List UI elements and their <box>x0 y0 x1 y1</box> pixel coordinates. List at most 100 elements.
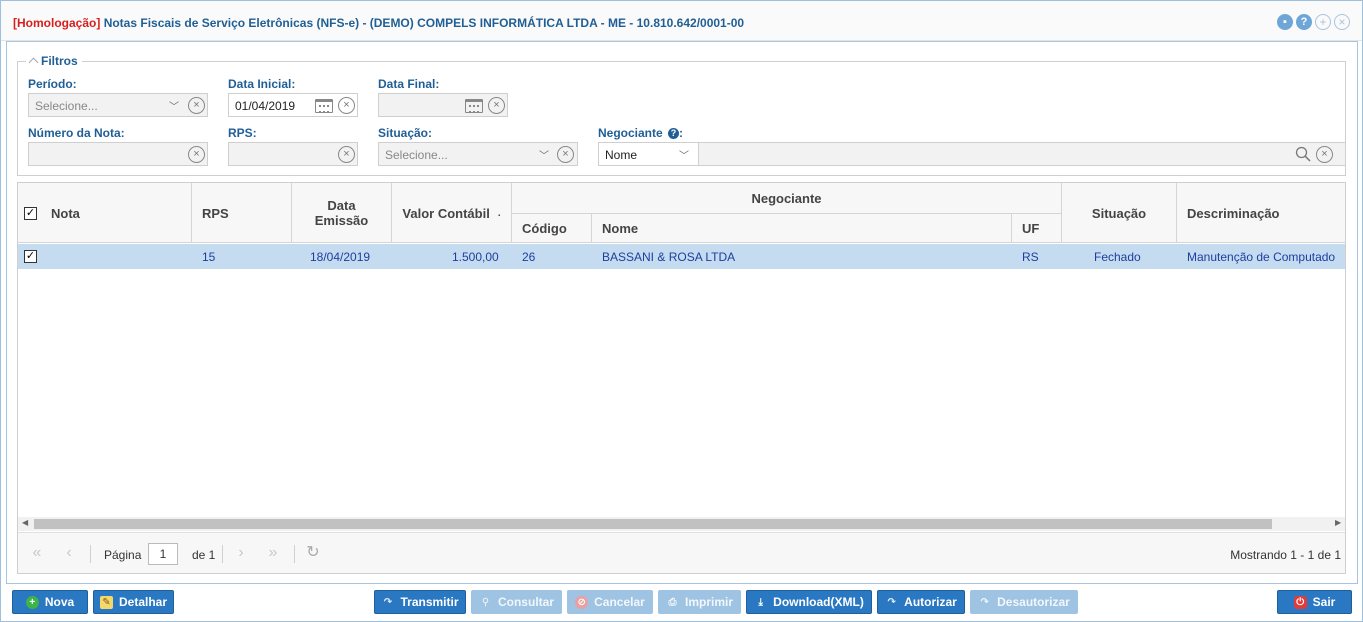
chevron-down-icon[interactable]: ﹀ <box>539 147 549 162</box>
cell-valor-contabil: 1.500,00 <box>452 250 499 264</box>
situacao-select[interactable]: Selecione... ﹀ × <box>378 142 578 166</box>
negociante-mode-value: Nome <box>605 148 638 162</box>
clear-icon[interactable]: × <box>188 97 205 114</box>
download-icon: ⤓ <box>758 596 763 608</box>
pager-summary: Mostrando 1 - 1 de 1 <box>1230 548 1341 562</box>
sair-button[interactable]: ⏻ Sair <box>1277 590 1352 614</box>
col-negociante: Negociante <box>512 183 1062 213</box>
transmitir-button[interactable]: ↷ Transmitir <box>374 590 466 614</box>
page-total: de 1 <box>192 548 216 562</box>
page-input[interactable]: 1 <box>148 543 178 565</box>
calendar-icon[interactable] <box>465 99 483 113</box>
desautorizar-button[interactable]: ↷ Desautorizar <box>970 590 1078 614</box>
autorizar-button[interactable]: ↷ Autorizar <box>877 590 965 614</box>
clear-icon[interactable]: × <box>338 97 355 114</box>
rps-label: RPS: <box>228 126 257 140</box>
filters-legend-text: Filtros <box>41 54 78 68</box>
nova-button[interactable]: + Nova <box>12 590 88 614</box>
cell-situacao: Fechado <box>1094 250 1141 264</box>
chevron-down-icon[interactable]: ﹀ <box>679 147 689 162</box>
periodo-placeholder: Selecione... <box>35 99 98 113</box>
scrollbar-thumb[interactable] <box>34 519 1272 529</box>
col-nota-label: Nota <box>51 205 80 221</box>
scroll-right-icon[interactable]: ▶ <box>1335 518 1341 527</box>
detalhar-label: Detalhar <box>118 595 168 609</box>
main-window: [Homologação] Notas Fiscais de Serviço E… <box>0 0 1363 622</box>
chevron-down-icon[interactable]: ﹀ <box>169 98 179 113</box>
col-nota[interactable]: ✓ Nota <box>18 183 192 243</box>
search-icon: ⚲ <box>481 596 490 608</box>
maximize-icon[interactable]: + <box>1315 14 1331 30</box>
pager: « ‹ Página 1 de 1 › » ↻ Mostrando 1 - 1 … <box>18 532 1345 573</box>
col-uf[interactable]: UF <box>1012 213 1062 243</box>
pager-divider <box>294 545 295 563</box>
select-all-checkbox[interactable]: ✓ <box>24 206 37 220</box>
pager-divider <box>222 545 223 563</box>
consultar-label: Consultar <box>497 595 554 609</box>
table-row[interactable]: ✓ 15 18/04/2019 1.500,00 26 BASSANI & RO… <box>18 244 1345 269</box>
autorizar-label: Autorizar <box>904 595 957 609</box>
situacao-placeholder: Selecione... <box>385 148 448 162</box>
title-tools: ▪ ? + × <box>1277 14 1350 30</box>
negociante-label-text: Negociante <box>598 126 663 140</box>
col-valor-contabil[interactable]: Valor Contábil. <box>392 183 512 243</box>
first-page-icon[interactable]: « <box>26 543 48 565</box>
minimize-icon[interactable]: ▪ <box>1277 14 1293 30</box>
cell-rps: 15 <box>202 250 216 264</box>
numero-nota-input[interactable]: × <box>28 142 208 166</box>
imprimir-label: Imprimir <box>684 595 733 609</box>
last-page-icon[interactable]: » <box>262 543 284 565</box>
filters-legend[interactable]: Filtros <box>26 54 82 68</box>
collapse-icon <box>28 57 39 68</box>
transmitir-label: Transmitir <box>400 595 459 609</box>
sair-label: Sair <box>1312 595 1336 609</box>
clear-icon[interactable]: × <box>488 97 505 114</box>
horizontal-scrollbar[interactable]: ◀ ▶ <box>18 517 1345 531</box>
pager-divider <box>90 545 91 563</box>
clear-icon[interactable]: × <box>338 146 355 163</box>
row-checkbox[interactable]: ✓ <box>24 250 37 263</box>
cell-codigo: 26 <box>522 250 536 264</box>
search-icon[interactable] <box>1295 146 1311 162</box>
col-codigo[interactable]: Código <box>512 213 592 243</box>
window-title: [Homologação] Notas Fiscais de Serviço E… <box>13 16 744 30</box>
add-icon: + <box>25 595 39 609</box>
rps-input[interactable]: × <box>228 142 358 166</box>
prev-page-icon[interactable]: ‹ <box>58 543 80 565</box>
unauthorize-icon: ↷ <box>980 596 989 608</box>
col-descriminacao[interactable]: Descriminação <box>1177 183 1345 243</box>
negociante-label: Negociante ?: <box>598 126 684 140</box>
window-title-text: Notas Fiscais de Serviço Eletrônicas (NF… <box>103 16 745 30</box>
data-final-field[interactable]: × <box>378 93 508 117</box>
refresh-icon[interactable]: ↻ <box>302 543 324 565</box>
calendar-icon[interactable] <box>315 99 333 113</box>
scroll-left-icon[interactable]: ◀ <box>22 518 28 527</box>
clear-icon[interactable]: × <box>557 146 574 163</box>
data-inicial-field[interactable]: 01/04/2019 × <box>228 93 358 117</box>
exit-icon: ⏻ <box>1293 595 1307 609</box>
download-xml-button[interactable]: ⤓ Download(XML) <box>746 590 872 614</box>
consultar-button[interactable]: ⚲ Consultar <box>471 590 562 614</box>
col-situacao[interactable]: Situação <box>1062 183 1177 243</box>
detalhar-button[interactable]: ✎ Detalhar <box>93 590 174 614</box>
next-page-icon[interactable]: › <box>230 543 252 565</box>
periodo-select[interactable]: Selecione... ﹀ × <box>28 93 208 117</box>
col-rps[interactable]: RPS <box>192 183 292 243</box>
col-data-emissao[interactable]: Data Emissão <box>292 183 392 243</box>
help-icon[interactable]: ? <box>1296 14 1312 30</box>
imprimir-button[interactable]: ⎙ Imprimir <box>658 590 741 614</box>
clear-icon[interactable]: × <box>188 146 205 163</box>
help-icon[interactable]: ? <box>668 128 680 139</box>
situacao-label: Situação: <box>378 126 433 140</box>
col-valor-contabil-label: Valor Contábil <box>402 205 490 221</box>
content-panel: Filtros Período: Data Inicial: Data Fina… <box>6 41 1358 584</box>
cancelar-button[interactable]: ⊘ Cancelar <box>567 590 653 614</box>
cell-uf: RS <box>1022 250 1039 264</box>
grid-header: ✓ Nota RPS Data Emissão Valor Contábil. … <box>18 183 1345 243</box>
negociante-input[interactable]: × <box>698 142 1346 166</box>
clear-icon[interactable]: × <box>1316 146 1333 163</box>
col-nome[interactable]: Nome <box>592 213 1012 243</box>
data-inicial-value: 01/04/2019 <box>235 99 296 113</box>
close-icon[interactable]: × <box>1334 14 1350 30</box>
negociante-mode-select[interactable]: Nome ﹀ <box>598 142 699 166</box>
